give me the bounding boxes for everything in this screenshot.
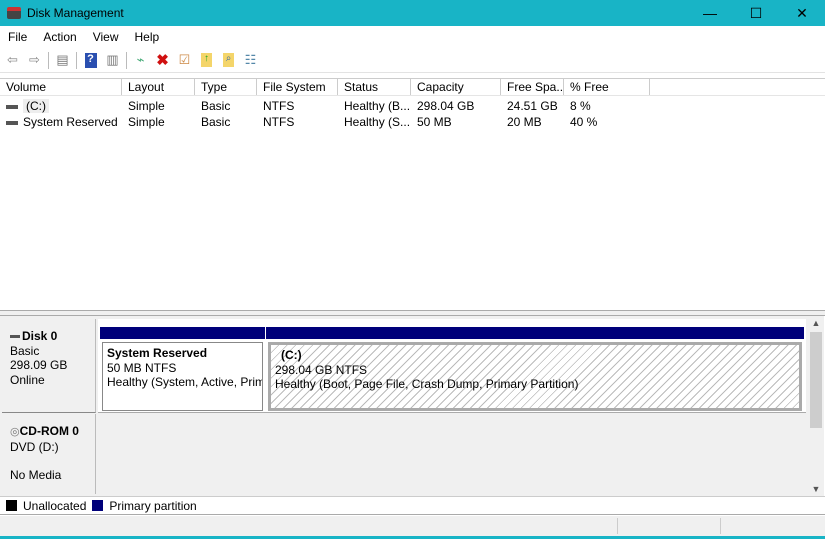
toolbar: ⇦ ⇨ ▤ ? ▥ ⌁ ✖ ☑ ↑ ⌕ ☷ [0,48,825,73]
console-tree-icon[interactable]: ▤ [54,52,71,69]
partition-size: 298.04 GB NTFS [275,362,368,377]
column-layout[interactable]: Layout [122,79,195,95]
menu-file[interactable]: File [0,30,35,44]
menu-bar: File Action View Help [0,27,825,47]
partition-status: Healthy (System, Active, Prima [107,375,263,389]
cell-capacity: 298.04 GB [417,99,475,113]
partition-system-reserved[interactable]: System Reserved 50 MB NTFS Healthy (Syst… [100,327,265,411]
back-icon[interactable]: ⇦ [4,52,21,69]
column-volume[interactable]: Volume [0,79,122,95]
cell-free-space: 20 MB [507,115,542,129]
column-type[interactable]: Type [195,79,257,95]
cell-volume: (C:) [23,99,49,113]
column-percent-free[interactable]: % Free [564,79,650,95]
disk-management-icon [7,7,21,19]
volume-icon [6,104,18,109]
cell-type: Basic [201,115,231,129]
close-button[interactable]: ✕ [779,0,825,26]
scrollbar-thumb[interactable] [810,332,822,428]
table-row[interactable]: System Reserved Simple Basic NTFS Health… [0,114,825,130]
vertical-scrollbar[interactable]: ▲ ▼ [808,316,824,496]
cell-file-system: NTFS [263,115,295,129]
volume-icon [6,120,18,125]
cell-volume: System Reserved [23,115,118,129]
cell-free-space: 24.51 GB [507,99,558,113]
cell-status: Healthy (S... [344,115,411,129]
delete-icon[interactable]: ✖ [154,52,171,69]
status-bar [0,516,825,536]
legend-primary-partition: Primary partition [109,498,197,513]
cell-status: Healthy (B... [344,99,411,113]
cell-type: Basic [201,99,231,113]
partition-size: 50 MB NTFS [107,360,177,375]
connect-icon[interactable]: ⌁ [132,52,149,69]
cell-layout: Simple [128,115,165,129]
partition-name: (C:) [281,348,302,362]
menu-view[interactable]: View [85,30,127,44]
cdrom-0-label[interactable]: ◎CD-ROM 0 DVD (D:) No Media [2,414,96,494]
legend: Unallocated Primary partition [0,496,825,515]
disk-type: Basic [10,343,40,358]
properties-icon[interactable]: ☑ [176,52,193,69]
action-pane-icon[interactable]: ▥ [104,52,121,69]
separator [48,51,49,69]
title-bar: Disk Management — ☐ ✕ [0,0,825,26]
cdrom-icon: ◎ [10,426,20,438]
disk-state: No Media [10,468,62,482]
partition-name: System Reserved [107,346,208,360]
folder-up-icon[interactable]: ↑ [198,52,215,69]
disk-0-label[interactable]: Disk 0 Basic 298.09 GB Online [2,319,96,413]
scroll-down-icon[interactable]: ▼ [808,484,824,494]
minimize-button[interactable]: — [687,0,733,26]
column-headers: Volume Layout Type File System Status Ca… [0,79,825,96]
disk-0-partitions: System Reserved 50 MB NTFS Healthy (Syst… [98,319,806,413]
menu-action[interactable]: Action [35,30,84,44]
disk-type: DVD (D:) [10,439,59,454]
partition-c[interactable]: (C:) 298.04 GB NTFS Healthy (Boot, Page … [266,327,804,411]
column-free-space[interactable]: Free Spa... [501,79,564,95]
separator [126,51,127,69]
window-title: Disk Management [27,6,124,20]
separator [76,51,77,69]
partition-status: Healthy (Boot, Page File, Crash Dump, Pr… [275,377,579,391]
maximize-button[interactable]: ☐ [733,0,779,26]
cell-layout: Simple [128,99,165,113]
primary-partition-swatch [92,500,104,511]
disk-name: CD-ROM 0 [19,424,79,438]
cell-file-system: NTFS [263,99,295,113]
primary-partition-bar [266,327,804,339]
folder-search-icon[interactable]: ⌕ [220,52,237,69]
primary-partition-bar [100,327,265,339]
disk-state: Online [10,372,45,387]
volume-list: Volume Layout Type File System Status Ca… [0,78,825,310]
legend-unallocated: Unallocated [23,498,87,513]
cell-percent-free: 8 % [570,99,591,113]
column-file-system[interactable]: File System [257,79,338,95]
disk-name: Disk 0 [22,329,58,343]
disk-graphical-pane: Disk 0 Basic 298.09 GB Online System Res… [0,316,808,496]
column-capacity[interactable]: Capacity [411,79,501,95]
column-status[interactable]: Status [338,79,411,95]
table-row[interactable]: (C:) Simple Basic NTFS Healthy (B... 298… [0,98,825,114]
unallocated-swatch [6,500,17,511]
help-icon[interactable]: ? [82,52,99,69]
settings-list-icon[interactable]: ☷ [242,52,259,69]
scroll-up-icon[interactable]: ▲ [808,318,824,328]
disk-size: 298.09 GB [10,358,68,372]
disk-icon [10,335,20,339]
menu-help[interactable]: Help [127,30,168,44]
forward-icon[interactable]: ⇨ [26,52,43,69]
cell-capacity: 50 MB [417,115,452,129]
cell-percent-free: 40 % [570,115,598,129]
